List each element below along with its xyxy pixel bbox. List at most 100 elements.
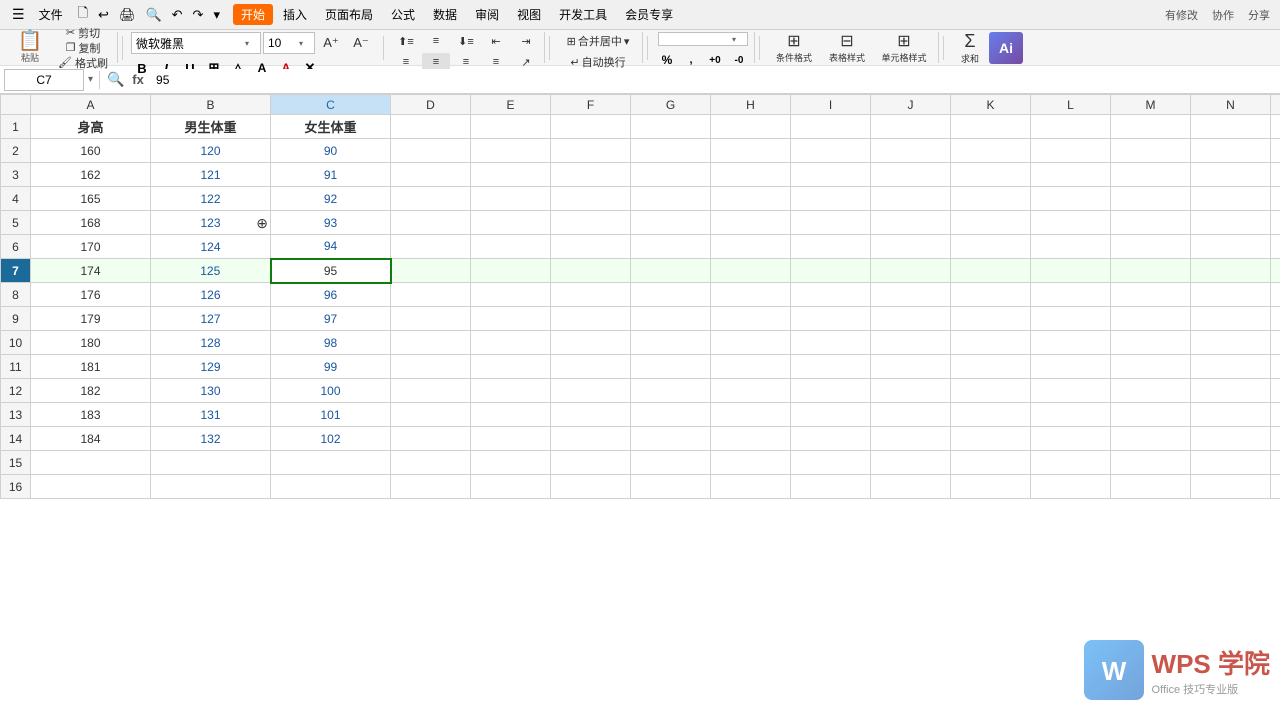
cell-j1[interactable] xyxy=(871,115,951,139)
cell-a3[interactable]: 162 xyxy=(31,163,151,187)
sum-button[interactable]: Σ 求和 xyxy=(952,32,988,64)
cell-b10[interactable]: 128 xyxy=(151,331,271,355)
more-icon[interactable]: ▾ xyxy=(210,5,223,25)
cell-c7-active[interactable]: 95 xyxy=(271,259,391,283)
table-style-button[interactable]: ⊟ 表格样式 xyxy=(821,32,873,64)
font-name-arrow-icon[interactable]: ▾ xyxy=(242,39,252,48)
cell-a7[interactable]: 174 xyxy=(31,259,151,283)
paste-button[interactable]: 📋 粘贴 xyxy=(8,32,52,64)
fill-color-button[interactable]: A xyxy=(251,57,273,79)
font-size-selector[interactable]: 10 ▾ xyxy=(263,32,315,54)
file-label[interactable]: 文件 xyxy=(33,4,69,25)
col-header-m[interactable]: M xyxy=(1111,95,1191,115)
number-format-arrow-icon[interactable]: ▾ xyxy=(729,35,739,44)
menu-formula[interactable]: 公式 xyxy=(383,4,423,25)
formula-input[interactable] xyxy=(152,69,1276,91)
cell-b1[interactable]: 男生体重 xyxy=(151,115,271,139)
font-name-selector[interactable]: 微软雅黑 ▾ xyxy=(131,32,261,54)
function-icon[interactable]: fx xyxy=(128,70,148,90)
cell-a8[interactable]: 176 xyxy=(31,283,151,307)
align-top-button[interactable]: ⬆≡ xyxy=(392,32,420,50)
zoom-icon[interactable]: 🔍 xyxy=(106,70,126,90)
col-header-c[interactable]: C xyxy=(271,95,391,115)
indent-dec-button[interactable]: ⇤ xyxy=(482,32,510,50)
col-header-b[interactable]: B xyxy=(151,95,271,115)
cell-b8[interactable]: 126 xyxy=(151,283,271,307)
cell-b5[interactable]: 123 ⊕ xyxy=(151,211,271,235)
cell-h1[interactable] xyxy=(711,115,791,139)
cell-a13[interactable]: 183 xyxy=(31,403,151,427)
cell-b7[interactable]: 125 xyxy=(151,259,271,283)
col-header-i[interactable]: I xyxy=(791,95,871,115)
cell-a1[interactable]: 身高 xyxy=(31,115,151,139)
col-header-g[interactable]: G xyxy=(631,95,711,115)
hamburger-icon[interactable]: ☰ xyxy=(8,4,29,25)
align-bottom-button[interactable]: ⬇≡ xyxy=(452,32,480,50)
number-format-selector[interactable]: 常规 ▾ xyxy=(658,32,748,46)
col-header-h[interactable]: H xyxy=(711,95,791,115)
cell-a9[interactable]: 179 xyxy=(31,307,151,331)
col-header-k[interactable]: K xyxy=(951,95,1031,115)
font-size-dec-button[interactable]: A⁻ xyxy=(347,33,375,53)
cell-e1[interactable] xyxy=(471,115,551,139)
undo2-icon[interactable]: ↶ xyxy=(169,5,186,25)
format-paint-button[interactable]: 🖌 格式刷 xyxy=(53,56,113,70)
col-header-n[interactable]: N xyxy=(1191,95,1271,115)
cell-c8[interactable]: 96 xyxy=(271,283,391,307)
collab-icon[interactable]: 协作 xyxy=(1206,7,1240,23)
cell-c6[interactable]: 94 xyxy=(271,235,391,259)
menu-view[interactable]: 视图 xyxy=(509,4,549,25)
cell-a11[interactable]: 181 xyxy=(31,355,151,379)
font-size-input[interactable]: 10 xyxy=(264,36,296,50)
cell-b3[interactable]: 121 xyxy=(151,163,271,187)
cell-a10[interactable]: 180 xyxy=(31,331,151,355)
cell-b6[interactable]: 124 xyxy=(151,235,271,259)
cell-ref-expand-icon[interactable]: ▾ xyxy=(88,74,93,85)
cell-c1[interactable]: 女生体重 xyxy=(271,115,391,139)
col-header-a[interactable]: A xyxy=(31,95,151,115)
cell-c3[interactable]: 91 xyxy=(271,163,391,187)
col-header-j[interactable]: J xyxy=(871,95,951,115)
cell-b11[interactable]: 129 xyxy=(151,355,271,379)
redo-icon[interactable]: ↷ xyxy=(190,5,207,25)
col-header-d[interactable]: D xyxy=(391,95,471,115)
menu-layout[interactable]: 页面布局 xyxy=(317,4,381,25)
number-format-input[interactable]: 常规 xyxy=(659,33,729,45)
cell-a12[interactable]: 182 xyxy=(31,379,151,403)
cell-c10[interactable]: 98 xyxy=(271,331,391,355)
cell-c5[interactable]: 93 xyxy=(271,211,391,235)
share-icon[interactable]: 分享 xyxy=(1242,7,1276,23)
cell-a6[interactable]: 170 xyxy=(31,235,151,259)
cell-c9[interactable]: 97 xyxy=(271,307,391,331)
cell-c4[interactable]: 92 xyxy=(271,187,391,211)
col-header-o[interactable]: O xyxy=(1271,95,1280,115)
cell-b4[interactable]: 122 xyxy=(151,187,271,211)
cell-b9[interactable]: 127 xyxy=(151,307,271,331)
cell-o1[interactable] xyxy=(1271,115,1280,139)
cell-c11[interactable]: 99 xyxy=(271,355,391,379)
cell-c12[interactable]: 100 xyxy=(271,379,391,403)
menu-review[interactable]: 审阅 xyxy=(467,4,507,25)
align-middle-button[interactable]: ≡ xyxy=(422,32,450,50)
cell-n1[interactable] xyxy=(1191,115,1271,139)
cut-button[interactable]: ✂ 剪切 xyxy=(53,26,113,40)
print-icon[interactable]: 🖨 xyxy=(116,5,139,25)
cell-a5[interactable]: 168 xyxy=(31,211,151,235)
col-header-l[interactable]: L xyxy=(1031,95,1111,115)
cell-d2[interactable] xyxy=(391,139,471,163)
search-icon[interactable]: 🔍 xyxy=(142,5,164,25)
cell-k1[interactable] xyxy=(951,115,1031,139)
cell-c2[interactable]: 90 xyxy=(271,139,391,163)
col-header-e[interactable]: E xyxy=(471,95,551,115)
cell-a14[interactable]: 184 xyxy=(31,427,151,451)
menu-data[interactable]: 数据 xyxy=(425,4,465,25)
indent-inc-button[interactable]: ⇥ xyxy=(512,32,540,50)
menu-dev[interactable]: 开发工具 xyxy=(551,4,615,25)
font-size-inc-button[interactable]: A⁺ xyxy=(317,33,345,53)
merge-cells-button[interactable]: ⊞ 合并居中 ▾ xyxy=(558,32,638,50)
cell-b2[interactable]: 120 xyxy=(151,139,271,163)
cell-reference-input[interactable] xyxy=(4,69,84,91)
menu-insert[interactable]: 插入 xyxy=(275,4,315,25)
menu-start[interactable]: 开始 xyxy=(233,4,273,25)
cell-f1[interactable] xyxy=(551,115,631,139)
